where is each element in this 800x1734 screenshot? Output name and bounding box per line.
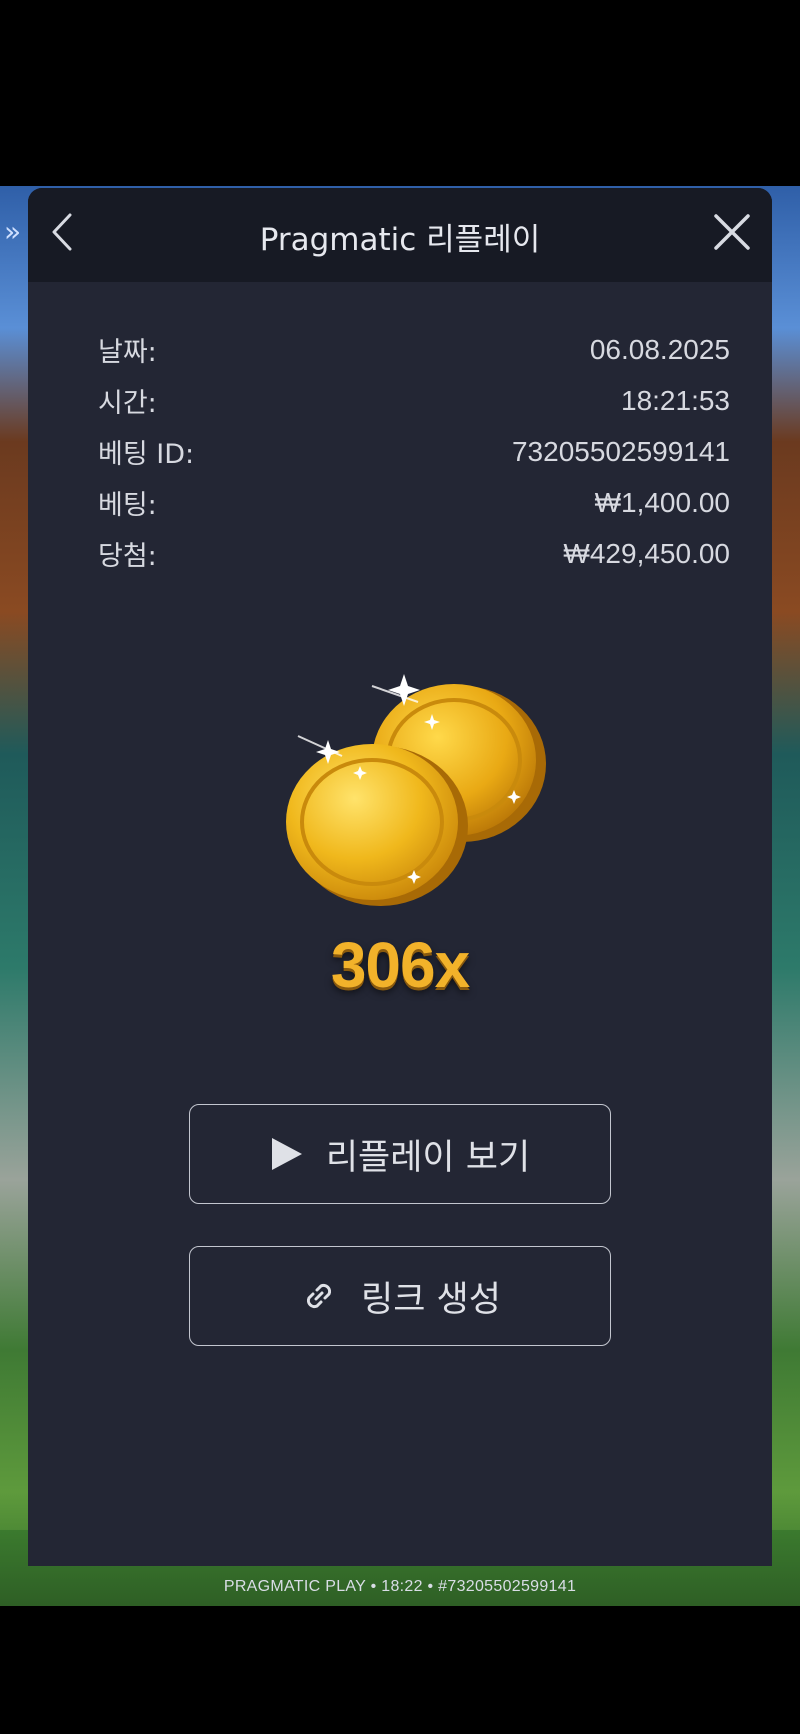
detail-row-win: 당첨: ₩429,450.00 (98, 528, 730, 579)
close-button[interactable] (706, 210, 758, 258)
detail-label: 날짜: (98, 337, 157, 368)
detail-label: 시간: (98, 388, 157, 419)
close-icon (712, 212, 752, 256)
modal-title: Pragmatic 리플레이 (259, 222, 541, 258)
watch-replay-button[interactable]: 리플레이 보기 (189, 1104, 611, 1204)
game-footer-text: PRAGMATIC PLAY • 18:22 • #73205502599141 (223, 1578, 577, 1595)
modal-header: Pragmatic 리플레이 (28, 188, 772, 282)
detail-value: ₩429,450.00 (563, 537, 730, 569)
create-link-button[interactable]: 링크 생성 (189, 1246, 611, 1346)
detail-row-bet: 베팅: ₩1,400.00 (98, 477, 730, 528)
create-link-label: 링크 생성 (361, 1279, 501, 1320)
detail-value: ₩1,400.00 (594, 486, 730, 518)
detail-value: 06.08.2025 (589, 333, 730, 365)
detail-label: 당첨: (98, 541, 157, 572)
detail-row-bet-id: 베팅 ID: 73205502599141 (98, 426, 730, 477)
replay-modal: Pragmatic 리플레이 날짜: 06.08.2025 시간: 18:21:… (28, 188, 772, 1566)
play-icon (270, 1136, 304, 1172)
win-multiplier: 306x (330, 929, 470, 1001)
link-icon (299, 1276, 339, 1316)
bet-details: 날짜: 06.08.2025 시간: 18:21:53 베팅 ID: 73205… (98, 324, 730, 579)
detail-label: 베팅: (98, 490, 157, 521)
watch-replay-label: 리플레이 보기 (325, 1137, 531, 1178)
double-chevron-right-icon[interactable]: » (4, 218, 21, 246)
coins-icon (268, 656, 568, 916)
detail-row-time: 시간: 18:21:53 (98, 375, 730, 426)
detail-label: 베팅 ID: (98, 439, 195, 470)
detail-row-date: 날짜: 06.08.2025 (98, 324, 730, 375)
detail-value: 18:21:53 (621, 384, 730, 416)
detail-value: 73205502599141 (511, 435, 730, 467)
